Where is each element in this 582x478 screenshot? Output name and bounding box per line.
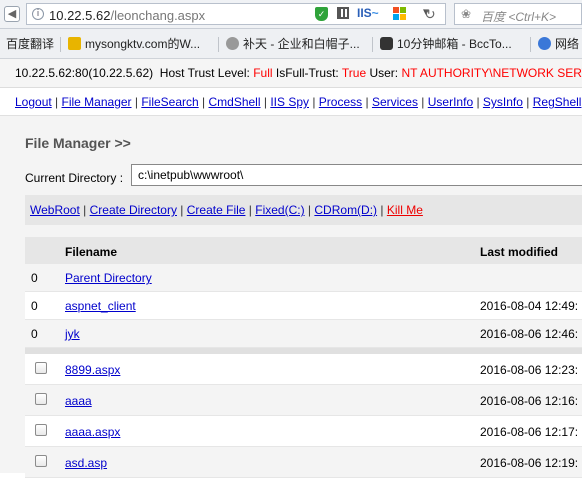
browser-address-bar: ◀ i 10.22.5.62/leonchang.aspx ✓ IIS~ ▾ ↻…	[0, 0, 582, 29]
main-nav: Logout | File Manager | FileSearch | Cmd…	[0, 88, 582, 116]
nav-logout[interactable]: Logout	[15, 95, 52, 109]
bookmark-label: 10分钟邮箱 - BccTo...	[397, 37, 512, 51]
modified-date: 2016-08-06 12:19:	[480, 456, 579, 470]
url-path: /leonchang.aspx	[110, 8, 206, 23]
gear-star-icon	[226, 37, 239, 50]
file-table: Filename Last modified 0 Parent Director…	[25, 237, 582, 478]
modified-date: 2016-08-04 12:49:	[480, 299, 579, 313]
nav-regshell[interactable]: RegShell	[533, 95, 582, 109]
table-header: Filename Last modified	[25, 237, 582, 264]
create-file-link[interactable]: Create File	[187, 203, 246, 217]
nav-filesearch[interactable]: FileSearch	[141, 95, 198, 109]
url-host: 10.22.5.62	[49, 8, 111, 23]
table-row: aaaa.aspx 2016-08-06 12:17:	[25, 416, 582, 447]
modified-date: 2016-08-06 12:17:	[480, 425, 579, 439]
bookmark-separator	[372, 37, 373, 52]
item-count: 0	[31, 299, 38, 313]
isfull-value: True	[341, 66, 367, 80]
bookmark-label: 网络	[555, 37, 580, 51]
windows-logo-icon[interactable]	[393, 7, 407, 21]
search-field[interactable]: ❀ 百度 <Ctrl+K>	[454, 3, 582, 25]
file-checkbox[interactable]	[35, 424, 47, 436]
file-link[interactable]: aaaa	[65, 394, 92, 408]
bookmark-item[interactable]: 10分钟邮箱 - BccTo...	[380, 29, 512, 58]
bookmark-item[interactable]: 百度翻译	[6, 29, 55, 58]
directory-link[interactable]: jyk	[65, 327, 80, 341]
file-checkbox[interactable]	[35, 362, 47, 374]
url-field[interactable]: i 10.22.5.62/leonchang.aspx ✓ IIS~ ▾	[26, 3, 446, 25]
current-directory-input[interactable]	[131, 164, 582, 186]
table-row: 0 aspnet_client 2016-08-04 12:49:	[25, 292, 582, 320]
bookmark-item[interactable]: 补天 - 企业和白帽子...	[226, 29, 360, 58]
webroot-link[interactable]: WebRoot	[30, 203, 80, 217]
item-count: 0	[31, 271, 38, 285]
modified-date: 2016-08-06 12:16:	[480, 394, 579, 408]
table-row: 8899.aspx 2016-08-06 12:23:	[25, 354, 582, 385]
back-arrow-icon[interactable]: ◀	[4, 6, 20, 22]
info-circle-icon	[538, 37, 551, 50]
yellow-cross-icon	[68, 37, 81, 50]
filename-column-header: Filename	[65, 245, 118, 259]
user-label: User:	[369, 66, 399, 80]
file-checkbox[interactable]	[35, 455, 47, 467]
url-text[interactable]: 10.22.5.62/leonchang.aspx	[49, 8, 205, 23]
last-modified-column-header: Last modified	[480, 245, 559, 259]
nav-cmdshell[interactable]: CmdShell	[208, 95, 260, 109]
cdrom-drive-d-link[interactable]: CDRom(D:)	[314, 203, 377, 217]
nav-sysinfo[interactable]: SysInfo	[483, 95, 523, 109]
bookmark-label: mysongktv.com的W...	[85, 37, 201, 51]
bookmark-separator	[218, 37, 219, 52]
kill-me-link[interactable]: Kill Me	[387, 203, 423, 217]
modified-date: 2016-08-06 12:46:	[480, 327, 579, 341]
trust-label: Host Trust Level:	[159, 66, 250, 80]
file-link[interactable]: asd.asp	[65, 456, 107, 470]
reload-icon[interactable]: ↻	[424, 6, 436, 23]
item-count: 0	[31, 327, 38, 341]
host-address: 10.22.5.62:80(10.22.5.62)	[15, 66, 154, 80]
file-checkbox[interactable]	[35, 393, 47, 405]
table-row: 0 Parent Directory	[25, 264, 582, 292]
user-value: NT AUTHORITY\NETWORK SERVICE	[401, 66, 582, 80]
bookmark-separator	[60, 37, 61, 52]
directory-link[interactable]: aspnet_client	[65, 299, 136, 313]
host-info-bar: 10.22.5.62:80(10.22.5.62) Host Trust Lev…	[0, 59, 582, 88]
file-link[interactable]: aaaa.aspx	[65, 425, 120, 439]
parent-directory-link[interactable]: Parent Directory	[65, 271, 152, 285]
create-directory-link[interactable]: Create Directory	[90, 203, 177, 217]
nav-services[interactable]: Services	[372, 95, 418, 109]
table-row: aaaa 2016-08-06 12:16:	[25, 385, 582, 416]
nav-file-manager[interactable]: File Manager	[62, 95, 132, 109]
trust-value: Full	[253, 66, 273, 80]
current-directory-label: Current Directory :	[25, 171, 124, 185]
iis-badge[interactable]: IIS~	[357, 6, 379, 20]
action-links-bar: WebRoot | Create Directory | Create File…	[25, 195, 582, 225]
isfull-label: IsFull-Trust:	[275, 66, 339, 80]
file-manager-panel: File Manager >> Current Directory : WebR…	[0, 116, 582, 478]
camera-icon	[380, 37, 393, 50]
bookmark-separator	[530, 37, 531, 52]
security-shield-icon[interactable]: ✓	[315, 7, 328, 21]
qr-code-icon[interactable]	[337, 7, 349, 19]
bookmarks-bar: 百度翻译 mysongktv.com的W... 补天 - 企业和白帽子... 1…	[0, 29, 582, 59]
file-link[interactable]: 8899.aspx	[65, 363, 120, 377]
iis-label: IIS	[357, 6, 372, 20]
baidu-paw-icon: ❀	[461, 7, 472, 21]
nav-process[interactable]: Process	[319, 95, 362, 109]
nav-userinfo[interactable]: UserInfo	[428, 95, 473, 109]
table-row: 0 jyk 2016-08-06 12:46:	[25, 320, 582, 348]
bookmark-item[interactable]: mysongktv.com的W...	[68, 29, 201, 58]
bookmark-label: 补天 - 企业和白帽子...	[243, 37, 360, 51]
search-placeholder: 百度 <Ctrl+K>	[481, 10, 557, 24]
page-title: File Manager >>	[25, 135, 131, 151]
info-icon[interactable]: i	[32, 8, 44, 20]
nav-iis-spy[interactable]: IIS Spy	[270, 95, 309, 109]
bookmark-item[interactable]: 网络	[538, 29, 580, 58]
modified-date: 2016-08-06 12:23:	[480, 363, 579, 377]
bookmark-label: 百度翻译	[6, 37, 55, 51]
fixed-drive-c-link[interactable]: Fixed(C:)	[255, 203, 304, 217]
table-row: asd.asp 2016-08-06 12:19:	[25, 447, 582, 478]
